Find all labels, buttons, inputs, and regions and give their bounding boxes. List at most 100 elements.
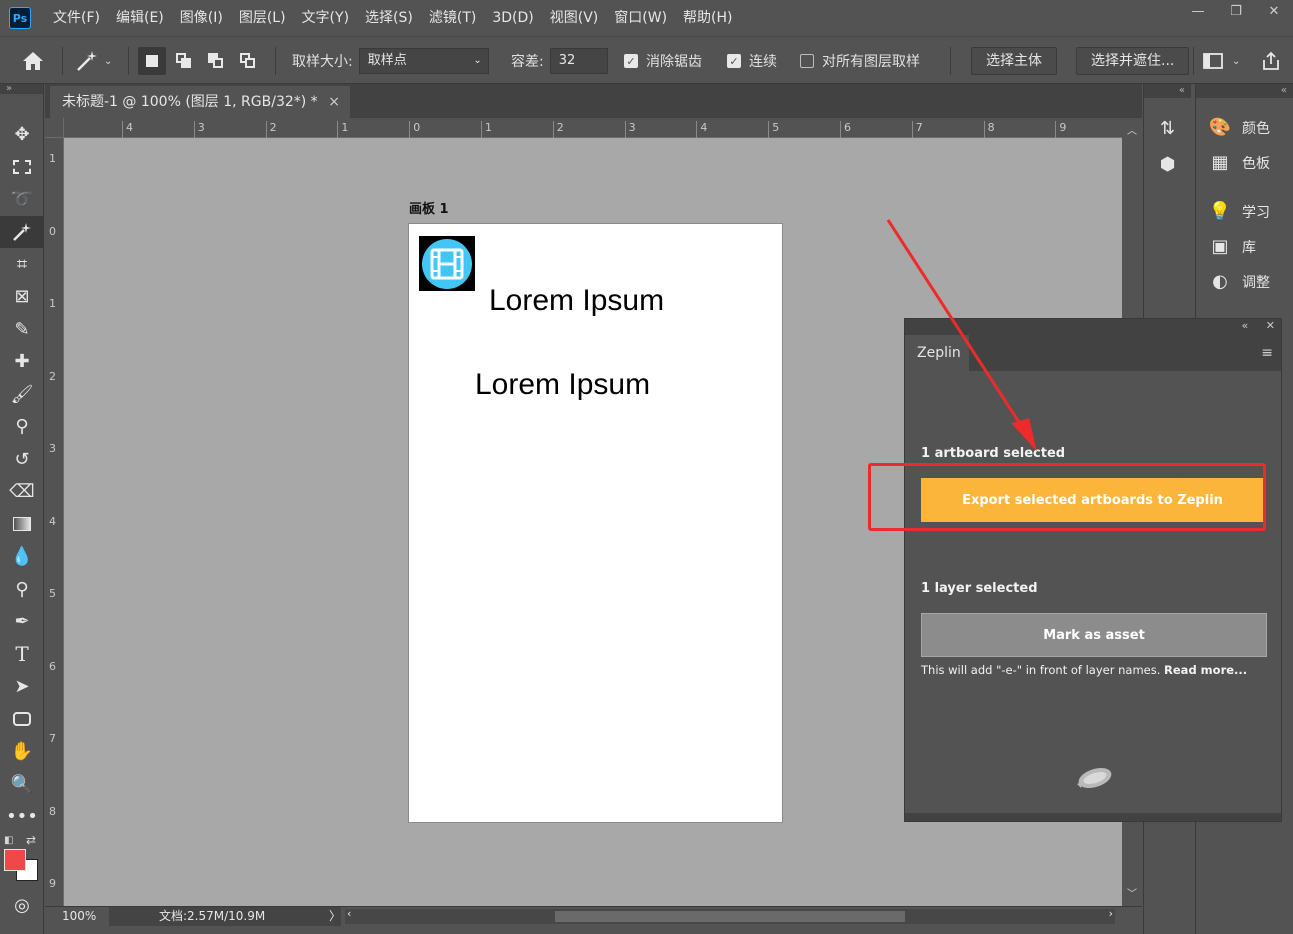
quick-mask-button[interactable]: ◎ xyxy=(0,889,44,922)
tool-preset-picker[interactable]: ⌄ xyxy=(74,37,112,85)
sample-all-layers-checkbox[interactable]: 对所有图层取样 xyxy=(800,37,920,85)
tolerance-input[interactable]: 32 xyxy=(549,48,608,74)
scroll-down-icon[interactable]: ﹀ xyxy=(1127,885,1137,900)
gradient-tool[interactable] xyxy=(0,508,44,541)
brush-tool[interactable]: 🖌 xyxy=(0,378,44,411)
dodge-tool[interactable]: ⚲ xyxy=(0,573,44,606)
menu-edit[interactable]: 编辑(E) xyxy=(108,0,172,36)
film-image-layer[interactable] xyxy=(419,236,475,291)
contiguous-checkbox[interactable]: ✓ 连续 xyxy=(727,37,777,85)
vertical-ruler[interactable]: 1 0 1 2 3 4 5 6 7 8 9 xyxy=(45,138,64,906)
strip-collapse-handle[interactable]: « xyxy=(1144,84,1191,98)
add-selection-button[interactable] xyxy=(170,47,198,75)
chevron-down-icon: ⌄ xyxy=(473,55,482,66)
type-tool[interactable]: T xyxy=(0,638,44,671)
hamburger-menu-icon[interactable]: ≡ xyxy=(1261,345,1273,361)
restore-button[interactable]: ❐ xyxy=(1217,0,1255,22)
horizontal-scroll-thumb[interactable] xyxy=(555,911,905,922)
eraser-tool[interactable]: ⌫ xyxy=(0,476,44,509)
healing-brush-tool[interactable]: ✚ xyxy=(0,346,44,379)
menu-filter[interactable]: 滤镜(T) xyxy=(421,0,484,36)
anti-alias-checkbox[interactable]: ✓ 消除锯齿 xyxy=(624,37,702,85)
text-layer-1[interactable]: Lorem Ipsum xyxy=(489,284,664,318)
menu-view[interactable]: 视图(V) xyxy=(542,0,607,36)
text-layer-2[interactable]: Lorem Ipsum xyxy=(475,368,650,402)
pen-tool[interactable]: ✒ xyxy=(0,606,44,639)
zoom-level-field[interactable]: 100% xyxy=(45,907,109,926)
history-panel-button[interactable]: ⇅ xyxy=(1144,110,1191,146)
minimize-button[interactable]: — xyxy=(1179,0,1217,22)
foreground-color-swatch[interactable] xyxy=(4,849,26,871)
menu-3d[interactable]: 3D(D) xyxy=(484,0,541,36)
subtract-selection-button[interactable] xyxy=(202,47,230,75)
read-more-link[interactable]: Read more... xyxy=(1164,663,1247,677)
zeplin-tab[interactable]: Zeplin xyxy=(905,335,969,371)
horizontal-ruler[interactable]: 4 3 2 1 0 1 2 3 4 5 6 7 8 9 xyxy=(64,118,1122,138)
document-tab[interactable]: 未标题-1 @ 100% (图层 1, RGB/32*) * × xyxy=(50,86,350,118)
artboard-label[interactable]: 画板 1 xyxy=(409,198,449,217)
panel-libraries[interactable]: ▣ 库 xyxy=(1196,229,1293,264)
shape-tool[interactable] xyxy=(0,703,44,736)
photoshop-logo: Ps xyxy=(9,7,31,29)
menu-select[interactable]: 选择(S) xyxy=(357,0,421,36)
zeplin-panel-header[interactable]: « ✕ xyxy=(905,319,1281,335)
scroll-left-icon[interactable]: ‹ xyxy=(347,907,351,920)
lasso-tool[interactable]: ➰ xyxy=(0,183,44,216)
new-selection-button[interactable] xyxy=(138,47,166,75)
collapse-icon[interactable]: « xyxy=(1242,319,1249,332)
menu-window[interactable]: 窗口(W) xyxy=(606,0,675,36)
menu-help[interactable]: 帮助(H) xyxy=(675,0,740,36)
close-icon[interactable]: ✕ xyxy=(1266,319,1275,332)
blur-tool[interactable]: 💧 xyxy=(0,541,44,574)
panel-adjustments[interactable]: ◐ 调整 xyxy=(1196,264,1293,299)
toolbar-collapse-handle[interactable]: » xyxy=(0,84,43,94)
asset-note-text: This will add "-e-" in front of layer na… xyxy=(921,663,1165,677)
menu-type[interactable]: 文字(Y) xyxy=(294,0,357,36)
eyedropper-tool[interactable]: ✎ xyxy=(0,313,44,346)
menu-image[interactable]: 图像(I) xyxy=(172,0,231,36)
scroll-up-icon[interactable]: ︿ xyxy=(1127,122,1137,137)
swap-colors-icon[interactable]: ⇄ xyxy=(26,833,36,847)
menu-file[interactable]: 文件(F) xyxy=(45,0,108,36)
intersect-selection-button[interactable] xyxy=(234,47,262,75)
magic-wand-tool[interactable] xyxy=(0,215,44,248)
frame-tool[interactable]: ⊠ xyxy=(0,281,44,314)
eraser-icon: ⌫ xyxy=(9,481,35,503)
3d-panel-button[interactable]: ⬢ xyxy=(1144,146,1191,182)
mark-as-asset-button[interactable]: Mark as asset xyxy=(921,613,1267,657)
panel-learn[interactable]: 💡 学习 xyxy=(1196,194,1293,229)
workspace-switcher[interactable]: ⌄ xyxy=(1202,37,1240,85)
select-and-mask-button[interactable]: 选择并遮住... xyxy=(1076,47,1190,75)
document-size-info[interactable]: 文档:2.57M/10.9M 〉 xyxy=(109,907,341,926)
bandage-icon: ✚ xyxy=(14,351,30,373)
sample-size-select[interactable]: 取样点 ⌄ xyxy=(358,48,489,74)
panel-swatches[interactable]: ▦ 色板 xyxy=(1196,145,1293,180)
clone-stamp-tool[interactable]: ⚲ xyxy=(0,411,44,444)
crop-tool[interactable]: ⌗ xyxy=(0,248,44,281)
hand-tool[interactable]: ✋ xyxy=(0,736,44,769)
ruler-corner xyxy=(45,118,64,138)
move-tool[interactable]: ✥ xyxy=(0,118,44,151)
droplet-icon: 💧 xyxy=(10,546,34,568)
zeplin-resize-handle[interactable] xyxy=(905,813,1281,821)
dock-collapse-handle[interactable]: « xyxy=(1196,84,1293,98)
close-button[interactable]: ✕ xyxy=(1255,0,1293,22)
history-brush-tool[interactable]: ↺ xyxy=(0,443,44,476)
film-icon xyxy=(422,238,472,289)
share-button[interactable] xyxy=(1260,37,1282,85)
panel-color[interactable]: 🎨 颜色 xyxy=(1196,110,1293,145)
marquee-tool[interactable] xyxy=(0,151,44,184)
path-selection-tool[interactable]: ➤ xyxy=(0,671,44,704)
default-colors-icon[interactable]: ◧ xyxy=(4,835,13,846)
menu-layer[interactable]: 图层(L) xyxy=(231,0,294,36)
horizontal-scrollbar[interactable]: ‹ › xyxy=(345,907,1115,924)
home-button[interactable] xyxy=(20,37,46,85)
close-tab-icon[interactable]: × xyxy=(328,86,340,118)
more-tools-button[interactable]: ••• xyxy=(0,801,44,834)
select-subject-button[interactable]: 选择主体 xyxy=(971,47,1057,75)
scroll-right-icon[interactable]: › xyxy=(1109,907,1113,920)
panel-swatches-label: 色板 xyxy=(1242,155,1270,172)
artboard[interactable]: Lorem Ipsum Lorem Ipsum xyxy=(408,223,783,823)
ruler-tick-label: 2 xyxy=(552,121,564,138)
zoom-tool[interactable]: 🔍 xyxy=(0,768,44,801)
